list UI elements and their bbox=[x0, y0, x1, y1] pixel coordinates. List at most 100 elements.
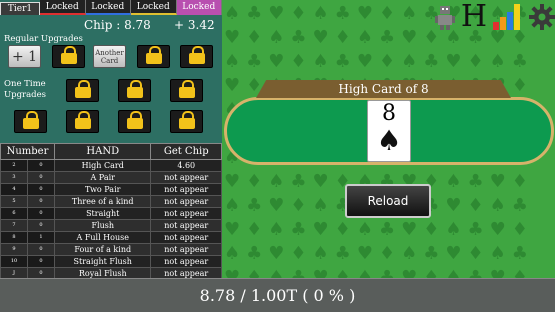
tab-locked-2[interactable]: Locked bbox=[85, 0, 131, 15]
robot-icon[interactable] bbox=[434, 4, 455, 30]
top-icons: H bbox=[434, 2, 555, 32]
lock-icon bbox=[74, 80, 91, 98]
row-count: 0 bbox=[27, 207, 55, 220]
bar-chart-icon[interactable] bbox=[493, 4, 523, 30]
playing-card: 8 ♠ bbox=[367, 100, 411, 162]
row-number: 9 bbox=[0, 243, 28, 256]
row-chip: not appear bbox=[150, 219, 222, 232]
row-count: 0 bbox=[27, 159, 55, 172]
header-get-chip: Get Chip bbox=[150, 143, 222, 160]
lock-icon bbox=[178, 80, 195, 98]
row-hand: Three of a kind bbox=[53, 195, 152, 208]
row-chip: not appear bbox=[150, 195, 222, 208]
reload-button[interactable]: Reload bbox=[345, 184, 431, 218]
progress-bar: 8.78 / 1.00T ( 0 % ) bbox=[0, 278, 555, 312]
row-hand: Four of a kind bbox=[53, 243, 152, 256]
row-hand: A Full House bbox=[53, 231, 152, 244]
row-count: 0 bbox=[27, 255, 55, 268]
locked-one-time-button[interactable] bbox=[170, 110, 203, 133]
one-time-label-2: Upgrades bbox=[4, 90, 47, 100]
row-chip: not appear bbox=[150, 267, 222, 278]
table-row: J 0 Royal Flush not appear bbox=[0, 267, 222, 278]
hand-table: Number HAND Get Chip 2 0 High Card 4.60 30A… bbox=[0, 143, 222, 278]
row-number: 2 bbox=[0, 159, 28, 172]
gear-icon[interactable] bbox=[529, 4, 555, 30]
locked-one-time-button[interactable] bbox=[118, 79, 151, 102]
row-hand: Flush bbox=[53, 219, 152, 232]
row-count: 0 bbox=[27, 195, 55, 208]
locked-one-time-button[interactable] bbox=[66, 110, 99, 133]
row-chip: not appear bbox=[150, 171, 222, 184]
row-hand: High Card bbox=[53, 159, 152, 172]
locked-upgrade-button[interactable] bbox=[137, 45, 170, 68]
row-number: 3 bbox=[0, 171, 28, 184]
table-row: 81A Full House not appear bbox=[0, 231, 222, 244]
table-row: 4 0 Two Pair not appear bbox=[0, 183, 222, 196]
row-hand: Two Pair bbox=[53, 183, 152, 196]
hand-rank-icon[interactable]: H bbox=[461, 2, 487, 32]
lock-icon bbox=[22, 111, 39, 129]
tab-locked-1[interactable]: Locked bbox=[40, 0, 86, 15]
row-number: 5 bbox=[0, 195, 28, 208]
regular-upgrades-label: Regular Upgrades bbox=[4, 34, 83, 44]
row-number: 4 bbox=[0, 183, 28, 196]
lock-icon bbox=[60, 46, 77, 64]
lock-icon bbox=[126, 111, 143, 129]
lock-icon bbox=[188, 46, 205, 64]
row-count: 1 bbox=[27, 231, 55, 244]
row-number: 7 bbox=[0, 219, 28, 232]
game-area: ♠♣♥♦♠♣♥♦♠♣♥♦♠♣♥♦♠♣♥♦♠♣♥♦♠♣♥♦♠♣♥♦♠♣♥♦♠♣♥♦… bbox=[222, 0, 555, 278]
locked-one-time-button[interactable] bbox=[170, 79, 203, 102]
row-hand: Straight bbox=[53, 207, 152, 220]
plus-one-label: + 1 bbox=[11, 48, 38, 65]
row-count: 0 bbox=[27, 219, 55, 232]
table-row: 5 0 Three of a kind not appear bbox=[0, 195, 222, 208]
another-card-button[interactable]: Another Card bbox=[93, 45, 126, 68]
row-hand: A Pair bbox=[53, 171, 152, 184]
table-row: 9 0 Four of a kind not appear bbox=[0, 243, 222, 256]
one-time-label-1: One Time bbox=[4, 79, 46, 89]
locked-upgrade-button[interactable] bbox=[180, 45, 213, 68]
row-count: 0 bbox=[27, 171, 55, 184]
tab-tier1[interactable]: Tier1 bbox=[0, 2, 40, 15]
tier-tabs: Tier1 Locked Locked Locked Locked bbox=[0, 0, 222, 15]
tab-locked-4[interactable]: Locked bbox=[176, 0, 222, 15]
header-hand: HAND bbox=[53, 143, 152, 160]
row-number: 10 bbox=[0, 255, 28, 268]
table-row: 2 0 High Card 4.60 bbox=[0, 159, 222, 172]
row-hand: Royal Flush bbox=[53, 267, 152, 278]
table-row: 7 0 Flush not appear bbox=[0, 219, 222, 232]
row-number: 8 bbox=[0, 231, 28, 244]
row-number: 6 bbox=[0, 207, 28, 220]
another-card-label: Another Card bbox=[95, 48, 124, 65]
tab-locked-3[interactable]: Locked bbox=[131, 0, 177, 15]
table-row: 10 0 Straight Flush not appear bbox=[0, 255, 222, 268]
chip-count: Chip : 8.78 bbox=[84, 18, 151, 32]
lock-icon bbox=[145, 46, 162, 64]
row-chip: not appear bbox=[150, 255, 222, 268]
locked-one-time-button[interactable] bbox=[14, 110, 47, 133]
row-chip: not appear bbox=[150, 243, 222, 256]
table-row: 30A Pair not appear bbox=[0, 171, 222, 184]
chip-delta: + 3.42 bbox=[174, 18, 215, 32]
lock-icon bbox=[74, 111, 91, 129]
hand-table-header: Number HAND Get Chip bbox=[0, 143, 222, 160]
row-chip: 4.60 bbox=[150, 159, 222, 172]
row-count: 0 bbox=[27, 267, 55, 278]
row-chip: not appear bbox=[150, 207, 222, 220]
row-chip: not appear bbox=[150, 183, 222, 196]
progress-text: 8.78 / 1.00T ( 0 % ) bbox=[199, 286, 356, 305]
locked-one-time-button[interactable] bbox=[66, 79, 99, 102]
header-number: Number bbox=[0, 143, 55, 160]
locked-one-time-button[interactable] bbox=[118, 110, 151, 133]
row-count: 0 bbox=[27, 183, 55, 196]
row-chip: not appear bbox=[150, 231, 222, 244]
lock-icon bbox=[126, 80, 143, 98]
plus-one-button[interactable]: + 1 bbox=[8, 45, 41, 68]
table-row: 6 0 Straight not appear bbox=[0, 207, 222, 220]
hand-result-title: High Card of 8 bbox=[256, 80, 511, 98]
lock-icon bbox=[178, 111, 195, 129]
locked-upgrade-button[interactable] bbox=[52, 45, 85, 68]
spade-icon: ♠ bbox=[376, 124, 402, 157]
row-count: 0 bbox=[27, 243, 55, 256]
